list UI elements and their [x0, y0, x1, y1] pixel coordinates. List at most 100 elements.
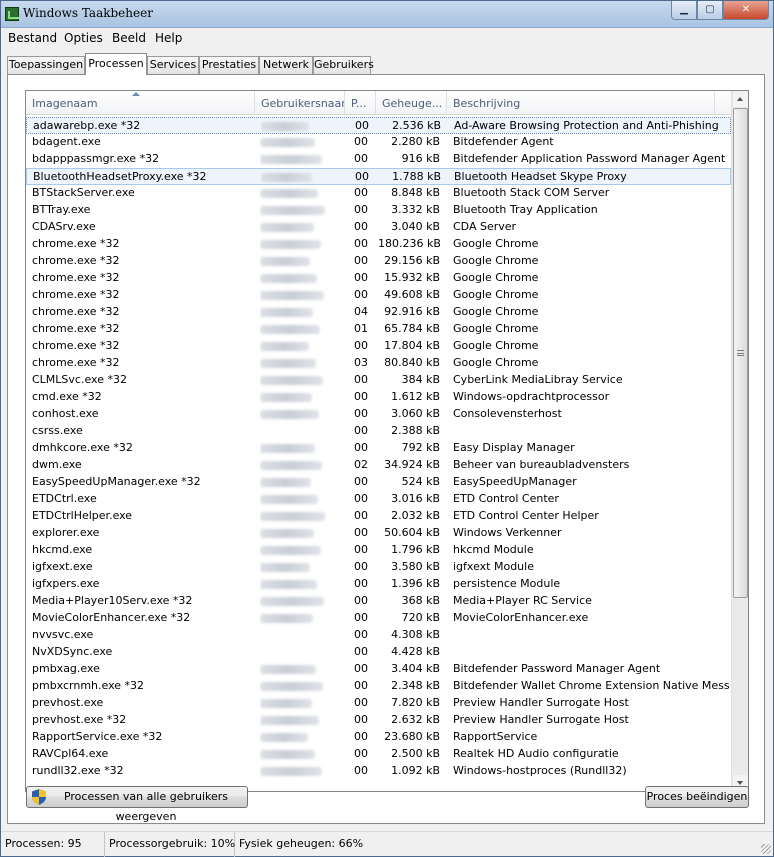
- show-all-users-button[interactable]: Processen van alle gebruikers weergeven: [26, 786, 248, 823]
- table-row[interactable]: prevhost.exe *32 00 2.632 kB Preview Handle…: [26, 712, 731, 729]
- end-process-button[interactable]: Proces beëindigen: [645, 786, 749, 808]
- table-row[interactable]: EasySpeedUpManager.exe *32 00 524 kB EasySp…: [26, 474, 731, 491]
- tab-services[interactable]: Services: [147, 56, 199, 74]
- process-name: CDASrv.exe: [32, 220, 96, 233]
- scroll-thumb[interactable]: [733, 108, 748, 598]
- table-row[interactable]: adawarebp.exe *32 00 2.536 kB Ad-Aware Brow…: [26, 117, 731, 134]
- table-row[interactable]: chrome.exe *32 00 17.804 kB Google Chrome: [26, 338, 731, 355]
- redacted-username: [260, 393, 312, 402]
- process-memory: 2.348 kB: [391, 679, 440, 692]
- process-username: [260, 339, 348, 354]
- process-description: Consolevensterhost: [453, 407, 562, 420]
- table-row[interactable]: bdagent.exe 00 2.280 kB Bitdefender Agent: [26, 134, 731, 151]
- process-memory: 2.500 kB: [391, 747, 440, 760]
- maximize-button[interactable]: ▢: [697, 1, 723, 20]
- process-username: [260, 594, 348, 609]
- table-row[interactable]: RapportService.exe *32 00 23.680 kB Rapport…: [26, 729, 731, 746]
- process-description: Google Chrome: [453, 305, 539, 318]
- table-row[interactable]: CDASrv.exe 00 3.040 kB CDA Server: [26, 219, 731, 236]
- table-row[interactable]: nvvsvc.exe 00 4.308 kB: [26, 627, 731, 644]
- table-row[interactable]: Media+Player10Serv.exe *32 00 368 kB Media+…: [26, 593, 731, 610]
- redacted-username: [260, 325, 320, 334]
- process-memory: 3.040 kB: [391, 220, 440, 233]
- redacted-username: [260, 699, 312, 708]
- table-row[interactable]: cmd.exe *32 00 1.612 kB Windows-opdrachtpro…: [26, 389, 731, 406]
- column-header-cpu[interactable]: P...: [345, 91, 376, 115]
- process-list[interactable]: Imagenaam Gebruikersnaam P... Geheuge...…: [25, 90, 749, 792]
- column-header-memory[interactable]: Geheuge...: [376, 91, 447, 115]
- vertical-scrollbar[interactable]: [731, 91, 748, 791]
- process-username: [261, 119, 349, 134]
- column-header-username[interactable]: Gebruikersnaam: [255, 91, 345, 115]
- column-header-imagename[interactable]: Imagenaam: [26, 91, 255, 115]
- process-memory: 50.604 kB: [384, 526, 440, 539]
- table-row[interactable]: igfxpers.exe 00 1.396 kB persistence Module: [26, 576, 731, 593]
- redacted-username: [260, 376, 323, 385]
- table-row[interactable]: dwm.exe 02 34.924 kB Beheer van bureaubladv…: [26, 457, 731, 474]
- table-row[interactable]: chrome.exe *32 00 180.236 kB Google Chrome: [26, 236, 731, 253]
- table-row[interactable]: NvXDSync.exe 00 4.428 kB: [26, 644, 731, 661]
- process-memory: 7.820 kB: [391, 696, 440, 709]
- table-row[interactable]: ETDCtrlHelper.exe 00 2.032 kB ETD Control C…: [26, 508, 731, 525]
- table-row[interactable]: chrome.exe *32 04 92.916 kB Google Chrome: [26, 304, 731, 321]
- table-row[interactable]: csrss.exe 00 2.388 kB: [26, 423, 731, 440]
- menu-beeld[interactable]: Beeld: [112, 31, 146, 45]
- redacted-username: [260, 767, 322, 776]
- resize-grip-icon[interactable]: [761, 844, 771, 854]
- table-row[interactable]: dmhkcore.exe *32 00 792 kB Easy Display Man…: [26, 440, 731, 457]
- menu-opties[interactable]: Opties: [64, 31, 103, 45]
- process-name: rundll32.exe *32: [32, 764, 124, 777]
- process-name: ETDCtrl.exe: [32, 492, 97, 505]
- table-row[interactable]: bdapppassmgr.exe *32 00 916 kB Bitdefender …: [26, 151, 731, 168]
- process-cpu: 00: [354, 203, 368, 216]
- close-button[interactable]: ✕: [723, 1, 769, 20]
- table-row[interactable]: chrome.exe *32 03 80.840 kB Google Chrome: [26, 355, 731, 372]
- table-row[interactable]: prevhost.exe 00 7.820 kB Preview Handler Su…: [26, 695, 731, 712]
- table-row[interactable]: chrome.exe *32 01 65.784 kB Google Chrome: [26, 321, 731, 338]
- process-username: [260, 322, 348, 337]
- table-row[interactable]: BTTray.exe 00 3.332 kB Bluetooth Tray Appli…: [26, 202, 731, 219]
- tab-toepassingen[interactable]: Toepassingen: [7, 56, 85, 74]
- process-memory: 92.916 kB: [384, 305, 440, 318]
- process-memory: 3.060 kB: [391, 407, 440, 420]
- menu-bestand[interactable]: Bestand: [8, 31, 57, 45]
- process-description: Bluetooth Stack COM Server: [453, 186, 610, 199]
- table-row[interactable]: igfxext.exe 00 3.580 kB igfxext Module: [26, 559, 731, 576]
- tab-gebruikers[interactable]: Gebruikers: [313, 56, 374, 74]
- redacted-username: [260, 682, 323, 691]
- process-cpu: 00: [354, 407, 368, 420]
- table-row[interactable]: pmbxcrnmh.exe *32 00 2.348 kB Bitdefender W…: [26, 678, 731, 695]
- process-cpu: 00: [354, 288, 368, 301]
- process-description: MovieColorEnhancer.exe: [453, 611, 589, 624]
- table-row[interactable]: chrome.exe *32 00 15.932 kB Google Chrome: [26, 270, 731, 287]
- column-header-description[interactable]: Beschrijving: [447, 91, 715, 115]
- redacted-username: [260, 206, 325, 215]
- process-username: [260, 611, 348, 626]
- tab-prestaties[interactable]: Prestaties: [199, 56, 259, 74]
- process-memory: 4.308 kB: [391, 628, 440, 641]
- scroll-up-icon[interactable]: [733, 91, 748, 107]
- process-name: cmd.exe *32: [32, 390, 102, 403]
- title-bar[interactable]: Windows Taakbeheer ▁ ▢ ✕: [1, 1, 773, 28]
- minimize-button[interactable]: ▁: [671, 1, 697, 20]
- process-cpu: 00: [354, 220, 368, 233]
- table-row[interactable]: CLMLSvc.exe *32 00 384 kB CyberLink MediaLi…: [26, 372, 731, 389]
- table-row[interactable]: hkcmd.exe 00 1.796 kB hkcmd Module: [26, 542, 731, 559]
- tab-netwerk[interactable]: Netwerk: [259, 56, 313, 74]
- table-row[interactable]: chrome.exe *32 00 49.608 kB Google Chrome: [26, 287, 731, 304]
- table-row[interactable]: ETDCtrl.exe 00 3.016 kB ETD Control Center: [26, 491, 731, 508]
- table-row[interactable]: BluetoothHeadsetProxy.exe *32 00 1.788 kB B…: [26, 168, 731, 185]
- tab-processen[interactable]: Processen: [85, 53, 147, 75]
- table-row[interactable]: BTStackServer.exe 00 8.848 kB Bluetooth Sta…: [26, 185, 731, 202]
- menu-help[interactable]: Help: [155, 31, 182, 45]
- table-row[interactable]: pmbxag.exe 00 3.404 kB Bitdefender Password…: [26, 661, 731, 678]
- process-username: [260, 696, 348, 711]
- redacted-username: [260, 291, 324, 300]
- process-username: [260, 186, 348, 201]
- table-row[interactable]: chrome.exe *32 00 29.156 kB Google Chrome: [26, 253, 731, 270]
- table-row[interactable]: RAVCpl64.exe 00 2.500 kB Realtek HD Audio c…: [26, 746, 731, 763]
- table-row[interactable]: conhost.exe 00 3.060 kB Consolevensterhost: [26, 406, 731, 423]
- table-row[interactable]: MovieColorEnhancer.exe *32 00 720 kB MovieC…: [26, 610, 731, 627]
- table-row[interactable]: rundll32.exe *32 00 1.092 kB Windows-hostpr…: [26, 763, 731, 780]
- table-row[interactable]: explorer.exe 00 50.604 kB Windows Verkenner: [26, 525, 731, 542]
